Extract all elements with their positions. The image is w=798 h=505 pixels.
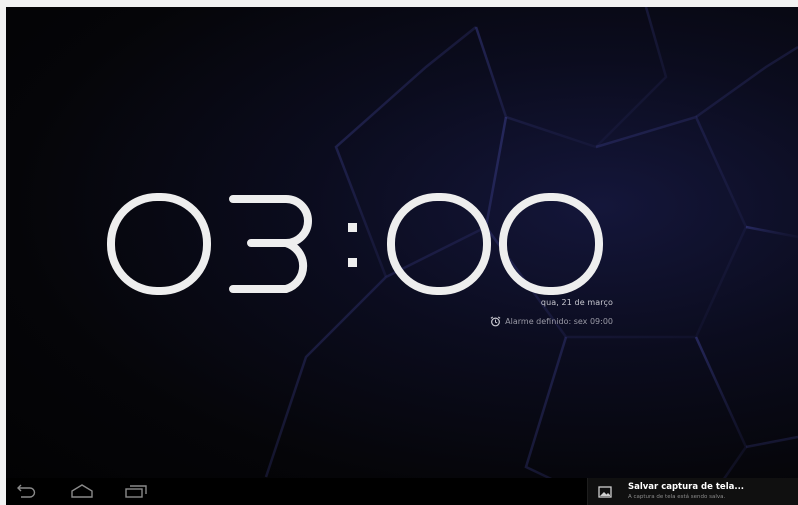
home-icon (70, 483, 94, 502)
recent-apps-icon (124, 483, 148, 502)
system-navigation-bar: Salvar captura de tela... A captura de t… (6, 478, 798, 505)
notification-text: A captura de tela está sendo salva. (628, 494, 726, 500)
recent-apps-button[interactable] (118, 482, 154, 502)
home-button[interactable] (64, 482, 100, 502)
clock-display (101, 185, 621, 305)
alarm-status: Alarme definido: sex 09:00 (490, 316, 613, 327)
notification-title: Salvar captura de tela... (628, 482, 745, 492)
alarm-clock-icon (490, 316, 501, 327)
back-button[interactable] (8, 482, 44, 502)
screenshot-notification[interactable]: Salvar captura de tela... A captura de t… (587, 478, 798, 505)
date-text: qua, 21 de março (540, 298, 613, 307)
clock-digits (107, 193, 603, 295)
alarm-text: Alarme definido: sex 09:00 (505, 317, 613, 326)
back-icon (15, 483, 37, 502)
lock-screen: qua, 21 de março Alarme definido: sex 09… (6, 7, 798, 505)
image-icon (598, 484, 612, 498)
